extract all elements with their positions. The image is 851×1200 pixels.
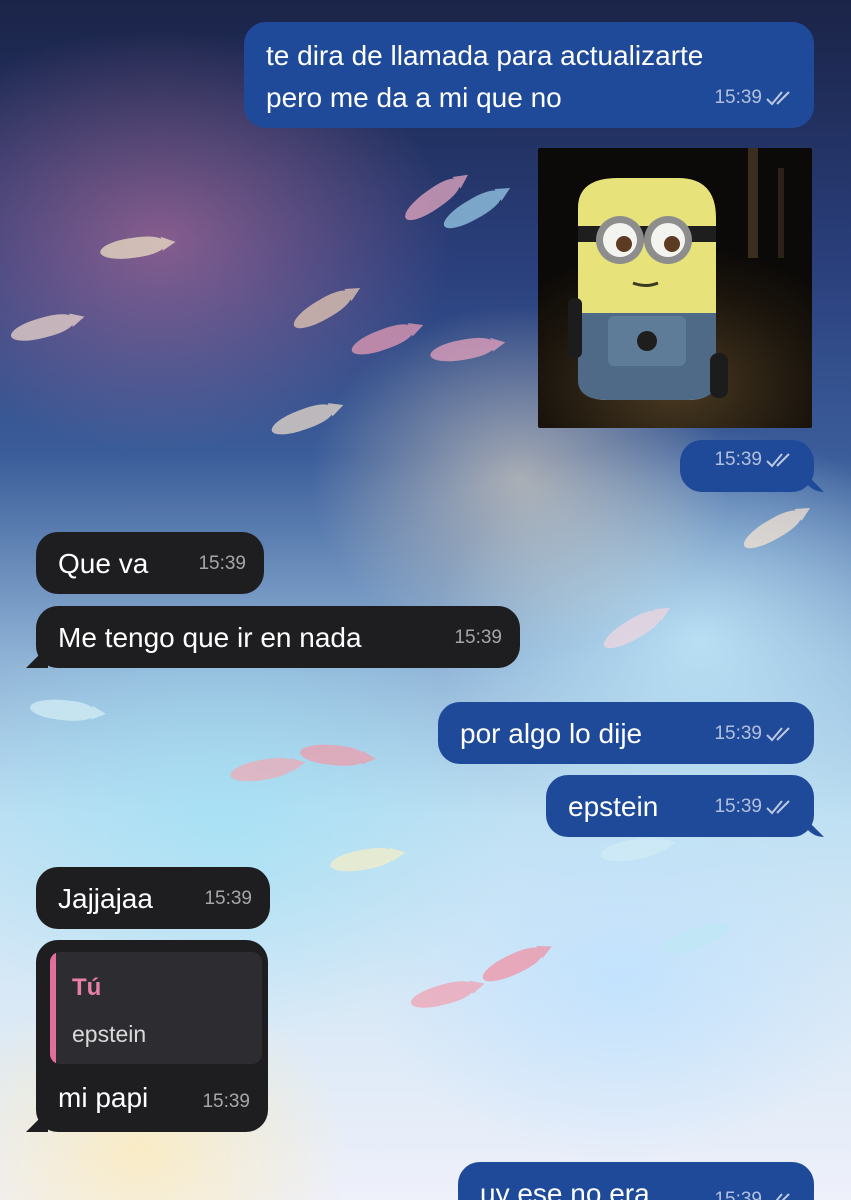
incoming-message[interactable]: Que va 15:39 — [36, 532, 264, 594]
wallpaper-fish — [98, 233, 166, 263]
wallpaper-fish — [428, 334, 496, 366]
message-meta: 15:39 — [454, 620, 502, 656]
message-meta: 15:39 — [202, 1084, 250, 1120]
double-check-icon — [766, 91, 790, 106]
incoming-message[interactable]: Jajjajaa 15:39 — [36, 867, 270, 929]
message-text: mi papi — [58, 1082, 149, 1113]
wallpaper-fish — [268, 399, 336, 441]
message-text: uy ese no era — [480, 1178, 650, 1200]
wallpaper-fish — [658, 919, 726, 961]
outgoing-message[interactable]: te dira de llamada para actualizarte per… — [244, 22, 814, 128]
message-meta: 15:39 — [714, 1182, 796, 1200]
message-time: 15:39 — [714, 723, 762, 744]
wallpaper-fish — [29, 697, 95, 723]
incoming-message[interactable]: Me tengo que ir en nada 15:39 — [36, 606, 520, 668]
wallpaper-fish — [328, 844, 396, 876]
message-text: epstein — [568, 791, 659, 822]
wallpaper-fish — [299, 742, 365, 768]
message-time: 15:39 — [714, 449, 762, 470]
message-time: 15:39 — [204, 888, 252, 909]
message-time: 15:39 — [714, 796, 762, 817]
quoted-reply[interactable]: Tú epstein — [50, 952, 262, 1064]
message-meta: 15:39 — [714, 789, 796, 825]
message-time: 15:39 — [198, 553, 246, 574]
wallpaper-fish — [599, 605, 665, 655]
message-text: te dira de llamada para actualizarte — [266, 40, 704, 71]
wallpaper-fish — [408, 977, 476, 1013]
wallpaper-fish — [289, 285, 355, 335]
message-text: por algo lo dije — [460, 718, 643, 749]
wallpaper-fish — [348, 319, 416, 361]
double-check-icon — [766, 727, 790, 742]
wallpaper-fish — [598, 834, 666, 866]
message-text: pero me da a mi que no — [266, 82, 562, 113]
message-meta: 15:39 — [204, 881, 252, 917]
message-time: 15:39 — [714, 1189, 762, 1200]
outgoing-message[interactable]: epstein 15:39 — [546, 775, 814, 837]
message-text: Que va — [58, 548, 149, 579]
double-check-icon — [766, 800, 790, 815]
message-meta: 15:39 — [198, 546, 246, 582]
message-time: 15:39 — [202, 1091, 250, 1112]
outgoing-message[interactable]: por algo lo dije 15:39 — [438, 702, 814, 764]
message-text: Jajjajaa — [58, 883, 153, 914]
outgoing-message[interactable]: uy ese no era 15:39 — [458, 1162, 814, 1200]
message-meta: 15:39 — [714, 716, 796, 752]
message-meta: 15:39 — [714, 442, 796, 478]
reply-text: epstein — [72, 1021, 147, 1047]
wallpaper-fish — [478, 942, 546, 988]
reply-accent-bar — [50, 952, 56, 1064]
message-text: Me tengo que ir en nada — [58, 622, 362, 653]
message-meta: 15:39 — [714, 80, 796, 116]
message-time: 15:39 — [454, 627, 502, 648]
double-check-icon — [766, 453, 790, 468]
wallpaper-fish — [228, 754, 296, 786]
incoming-reply-message[interactable]: Tú epstein mi papi 15:39 — [36, 940, 268, 1132]
wallpaper-fish — [739, 505, 805, 555]
wallpaper-fish — [8, 310, 76, 346]
message-time: 15:39 — [714, 87, 762, 108]
photo-message[interactable] — [538, 148, 812, 428]
reply-author: Tú — [72, 974, 102, 1001]
outgoing-message-meta-bubble[interactable]: 15:39 — [680, 440, 814, 492]
double-check-icon — [775, 1193, 790, 1200]
minion-photo — [568, 148, 784, 400]
